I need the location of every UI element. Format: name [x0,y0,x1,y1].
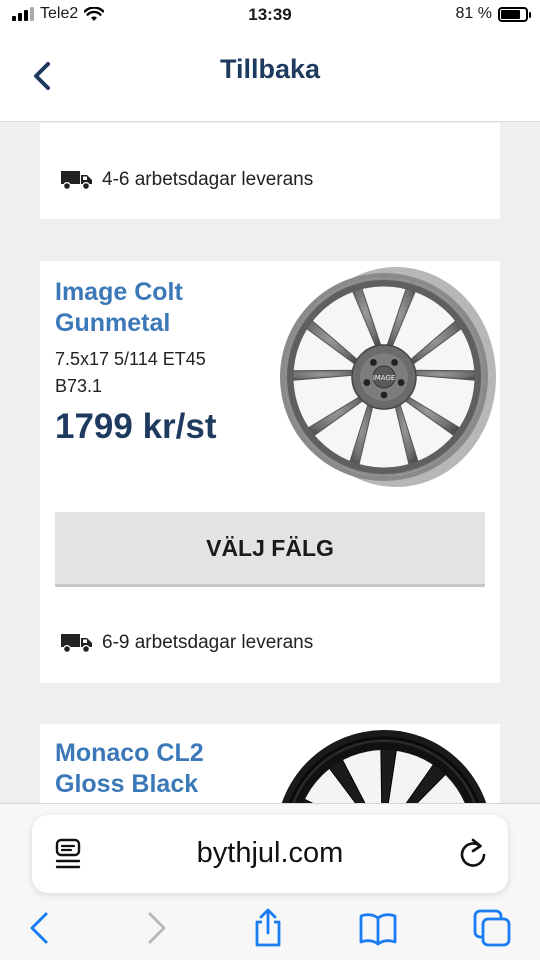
back-icon[interactable] [20,908,60,948]
product-price: 1799 kr/st [55,407,217,446]
share-icon[interactable] [248,908,288,948]
product-name[interactable]: Monaco CL2 Gloss Black [55,738,265,800]
delivery-info: 6-9 arbetsdagar leverans [60,632,313,654]
status-bar: Tele2 13:39 81 % [0,0,540,34]
select-rim-button[interactable]: VÄLJ FÄLG [55,512,485,584]
truck-icon [61,171,92,191]
product-card: Monaco CL2 Gloss Black [40,724,500,803]
truck-icon [61,634,92,654]
status-right: 81 % [455,5,531,23]
reload-icon[interactable] [458,838,488,868]
product-name[interactable]: Image Colt Gunmetal [55,277,265,339]
wheel-image[interactable] [270,724,498,803]
hub-logo: IMAGE [373,374,396,382]
bookmarks-icon[interactable] [358,908,398,948]
delivery-info: 4-6 arbetsdagar leverans [60,169,313,191]
product-card: 4-6 arbetsdagar leverans [40,123,500,219]
tabs-icon[interactable] [472,908,512,948]
battery-percent: 81 % [455,5,492,22]
battery-icon [498,6,531,22]
forward-icon[interactable] [136,908,176,948]
wheel-image[interactable]: IMAGE [270,263,498,491]
browser-toolbar [0,902,540,954]
address-bar[interactable]: bythjul.com [32,815,508,893]
battery-level [501,9,521,19]
product-spec: 7.5x17 5/114 ET45 B73.1 [55,349,206,396]
delivery-text: 4-6 arbetsdagar leverans [102,169,314,190]
product-card: Image Colt Gunmetal 7.5x17 5/114 ET45 B7… [40,261,500,683]
url-text[interactable]: bythjul.com [32,837,508,870]
page-title[interactable]: Tillbaka [0,54,540,85]
browser-bottom-bar: bythjul.com [0,803,540,960]
nav-header: Tillbaka [0,34,540,122]
delivery-text: 6-9 arbetsdagar leverans [102,632,314,653]
product-list[interactable]: 4-6 arbetsdagar leverans Image Colt Gunm… [0,123,540,803]
